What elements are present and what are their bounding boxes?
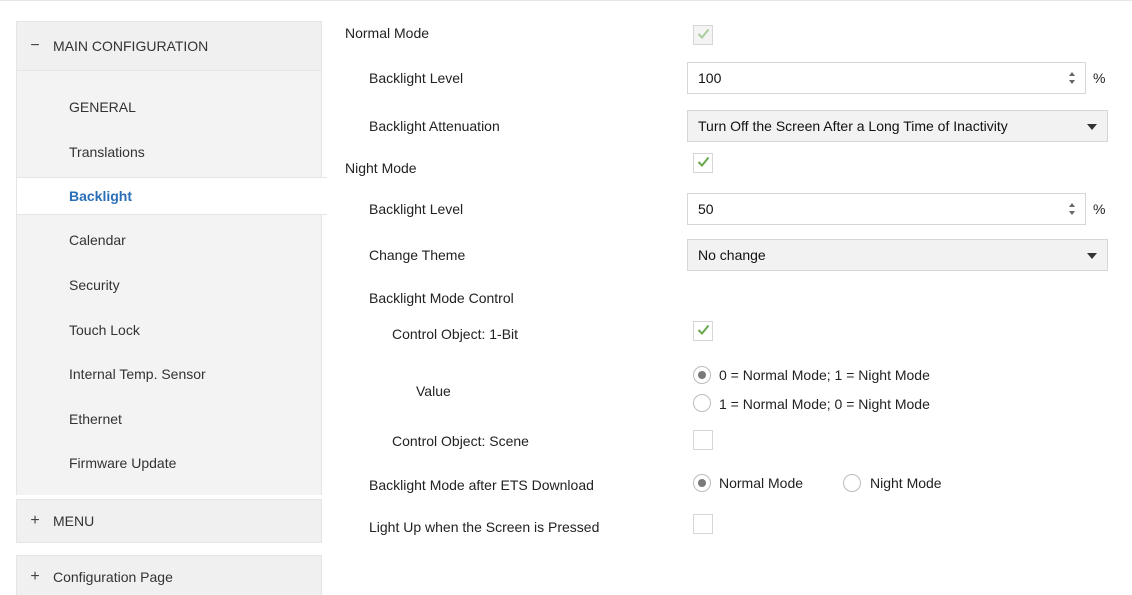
after-download-label: Backlight Mode after ETS Download (369, 477, 594, 493)
value-option-0-radio[interactable] (693, 366, 711, 384)
night-backlight-level-input[interactable]: 50 (687, 193, 1086, 225)
sidebar-item-security[interactable]: Security (17, 266, 323, 304)
sidebar-item-touch-lock[interactable]: Touch Lock (17, 311, 323, 349)
group-menu[interactable]: + MENU (16, 499, 322, 543)
expand-icon[interactable]: + (17, 512, 53, 530)
chevron-down-icon (1087, 124, 1097, 130)
group-main-configuration[interactable]: − MAIN CONFIGURATION (16, 21, 322, 71)
unit-label: % (1093, 201, 1106, 217)
light-up-checkbox[interactable] (693, 514, 713, 534)
select-value: No change (698, 247, 766, 263)
control-1bit-label: Control Object: 1-Bit (392, 326, 519, 342)
check-icon (697, 324, 710, 335)
group-label: Configuration Page (53, 569, 173, 585)
spinner-icon[interactable] (1067, 69, 1077, 87)
collapse-icon[interactable]: − (17, 37, 53, 55)
value-option-1-radio[interactable] (693, 394, 711, 412)
light-up-label: Light Up when the Screen is Pressed (369, 519, 600, 535)
check-icon (697, 28, 710, 39)
change-theme-label: Change Theme (369, 247, 466, 263)
group-label: MENU (53, 513, 95, 529)
sidebar-item-general[interactable]: GENERAL (17, 88, 323, 126)
check-icon (697, 156, 710, 167)
value-option-0-label[interactable]: 0 = Normal Mode; 1 = Night Mode (719, 367, 930, 383)
mode-control-label: Backlight Mode Control (369, 290, 514, 306)
expand-icon[interactable]: + (17, 568, 53, 586)
control-scene-checkbox[interactable] (693, 430, 713, 450)
normal-mode-checkbox (693, 25, 713, 45)
group-label: MAIN CONFIGURATION (53, 38, 209, 54)
sidebar-item-ethernet[interactable]: Ethernet (17, 400, 323, 438)
attenuation-select[interactable]: Turn Off the Screen After a Long Time of… (687, 110, 1108, 142)
group-configuration-page[interactable]: + Configuration Page (16, 555, 322, 595)
after-download-night-radio[interactable] (843, 474, 861, 492)
spinner-icon[interactable] (1067, 200, 1077, 218)
sidebar: − MAIN CONFIGURATION GENERAL Translation… (0, 1, 327, 595)
after-download-night-label[interactable]: Night Mode (870, 475, 942, 491)
sidebar-item-calendar[interactable]: Calendar (17, 221, 323, 259)
night-backlight-level-label: Backlight Level (369, 201, 464, 217)
normal-backlight-level-label: Backlight Level (369, 70, 464, 86)
input-value: 50 (698, 201, 714, 217)
night-mode-label: Night Mode (345, 160, 417, 176)
sidebar-item-backlight[interactable]: Backlight (17, 177, 327, 215)
normal-mode-label: Normal Mode (345, 25, 430, 41)
sidebar-item-firmware-update[interactable]: Firmware Update (17, 444, 323, 482)
window: − MAIN CONFIGURATION GENERAL Translation… (0, 0, 1132, 595)
after-download-normal-label[interactable]: Normal Mode (719, 475, 803, 491)
select-value: Turn Off the Screen After a Long Time of… (698, 118, 1008, 134)
sidebar-item-translations[interactable]: Translations (17, 133, 323, 171)
attenuation-label: Backlight Attenuation (369, 118, 500, 134)
chevron-down-icon (1087, 253, 1097, 259)
after-download-normal-radio[interactable] (693, 474, 711, 492)
normal-backlight-level-input[interactable]: 100 (687, 62, 1086, 94)
sidebar-item-internal-temp-sensor[interactable]: Internal Temp. Sensor (17, 355, 323, 393)
control-scene-label: Control Object: Scene (392, 433, 529, 449)
sidebar-subpanel: GENERAL Translations Backlight Calendar … (16, 71, 327, 495)
value-option-1-label[interactable]: 1 = Normal Mode; 0 = Night Mode (719, 396, 930, 412)
night-mode-checkbox[interactable] (693, 153, 713, 173)
input-value: 100 (698, 70, 722, 86)
control-1bit-checkbox[interactable] (693, 321, 713, 341)
change-theme-select[interactable]: No change (687, 239, 1108, 271)
unit-label: % (1093, 70, 1106, 86)
value-label: Value (416, 383, 451, 399)
